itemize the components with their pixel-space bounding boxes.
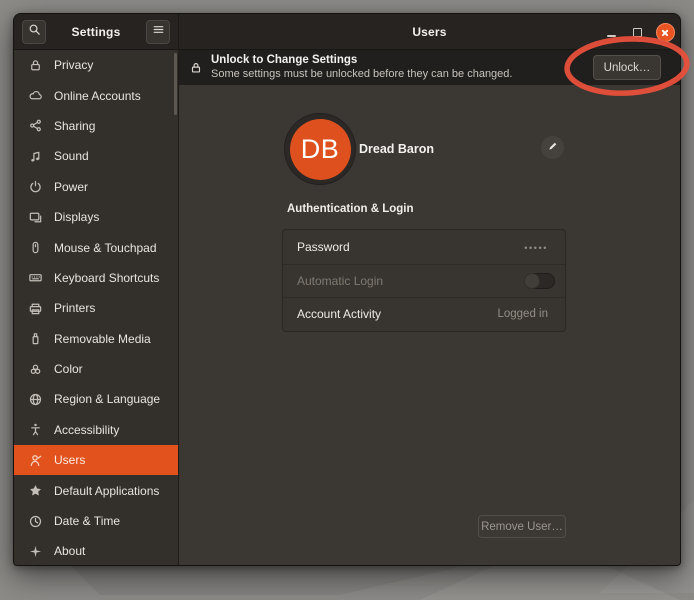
power-icon — [28, 179, 43, 194]
lock-icon — [189, 61, 203, 75]
sidebar-item-label: Sound — [54, 149, 89, 163]
unlock-banner-texts: Unlock to Change Settings Some settings … — [211, 53, 512, 81]
users-panel: Unlock to Change Settings Some settings … — [179, 50, 680, 565]
sidebar-item-label: Color — [54, 362, 83, 376]
unlock-banner-subtitle: Some settings must be unlocked before th… — [211, 68, 512, 82]
sidebar-item-printers[interactable]: Printers — [14, 293, 178, 323]
close-icon — [656, 23, 675, 42]
close-button[interactable] — [650, 14, 680, 50]
headerbar: Settings Users — [14, 14, 680, 50]
remove-user-button[interactable]: Remove User… — [478, 515, 566, 538]
sidebar-item-keyboard-shortcuts[interactable]: Keyboard Shortcuts — [14, 263, 178, 293]
share-icon — [28, 118, 43, 133]
color-icon — [28, 362, 43, 377]
row-label: Automatic Login — [297, 274, 383, 288]
row-value: Logged in — [497, 308, 548, 320]
sidebar-item-label: Printers — [54, 301, 95, 315]
search-button[interactable] — [22, 20, 46, 44]
sidebar: Privacy Online Accounts Sharing Sound Po… — [14, 50, 179, 565]
displays-icon — [28, 210, 43, 225]
auth-settings-card: Password ••••• Automatic Login — [282, 229, 566, 332]
settings-row-automatic-login[interactable]: Automatic Login — [283, 264, 565, 298]
sidebar-item-label: About — [54, 544, 85, 558]
keyboard-icon — [28, 270, 43, 285]
avatar[interactable]: DB — [284, 113, 356, 185]
headerbar-right: Users — [179, 14, 680, 49]
settings-row-account-activity[interactable]: Account Activity Logged in — [283, 297, 565, 331]
sidebar-item-displays[interactable]: Displays — [14, 202, 178, 232]
unlock-banner-title: Unlock to Change Settings — [211, 53, 512, 67]
row-label: Account Activity — [297, 307, 381, 321]
sidebar-item-region-language[interactable]: Region & Language — [14, 384, 178, 414]
lock-icon — [28, 58, 43, 73]
search-icon — [27, 22, 42, 42]
removable-media-icon — [28, 331, 43, 346]
sidebar-item-default-applications[interactable]: Default Applications — [14, 475, 178, 505]
users-panel-body: DB Dread Baron Authentication & Login Pa… — [179, 85, 680, 565]
pencil-icon — [547, 139, 559, 157]
maximize-button[interactable] — [624, 14, 650, 50]
sidebar-item-label: Online Accounts — [54, 89, 141, 103]
app-title: Settings — [72, 25, 121, 39]
sidebar-item-online-accounts[interactable]: Online Accounts — [14, 80, 178, 110]
cloud-icon — [28, 88, 43, 103]
settings-row-password[interactable]: Password ••••• — [283, 230, 565, 264]
page-title: Users — [412, 25, 446, 39]
settings-window: Settings Users Privacy Online Accounts — [13, 13, 681, 566]
sparkle-icon — [28, 544, 43, 559]
sidebar-item-label: Accessibility — [54, 423, 119, 437]
sidebar-item-accessibility[interactable]: Accessibility — [14, 415, 178, 445]
sidebar-item-label: Users — [54, 453, 85, 467]
window-controls — [598, 14, 680, 50]
unlock-banner: Unlock to Change Settings Some settings … — [179, 50, 680, 85]
star-icon — [28, 483, 43, 498]
unlock-button[interactable]: Unlock… — [593, 55, 661, 80]
sidebar-item-date-time[interactable]: Date & Time — [14, 506, 178, 536]
sidebar-item-color[interactable]: Color — [14, 354, 178, 384]
sound-icon — [28, 149, 43, 164]
row-label: Password — [297, 240, 350, 254]
sidebar-scrollbar[interactable] — [174, 53, 177, 115]
avatar-initials: DB — [290, 119, 351, 180]
sidebar-item-label: Displays — [54, 210, 99, 224]
sidebar-item-privacy[interactable]: Privacy — [14, 50, 178, 80]
toggle-knob — [524, 273, 540, 289]
sidebar-item-power[interactable]: Power — [14, 172, 178, 202]
edit-name-button[interactable] — [541, 136, 564, 159]
sidebar-item-removable-media[interactable]: Removable Media — [14, 324, 178, 354]
sidebar-item-users[interactable]: Users — [14, 445, 178, 475]
users-icon — [28, 453, 43, 468]
row-right: ••••• — [524, 242, 555, 252]
sidebar-item-sharing[interactable]: Sharing — [14, 111, 178, 141]
globe-icon — [28, 392, 43, 407]
sidebar-item-label: Removable Media — [54, 332, 151, 346]
minimize-icon — [607, 35, 616, 37]
row-right — [524, 273, 555, 289]
accessibility-icon — [28, 422, 43, 437]
sidebar-item-mouse-touchpad[interactable]: Mouse & Touchpad — [14, 232, 178, 262]
sidebar-item-label: Power — [54, 180, 88, 194]
headerbar-left: Settings — [14, 14, 179, 49]
sidebar-item-label: Privacy — [54, 58, 93, 72]
sidebar-item-sound[interactable]: Sound — [14, 141, 178, 171]
sidebar-item-about[interactable]: About — [14, 536, 178, 566]
sidebar-item-label: Default Applications — [54, 484, 159, 498]
sidebar-item-label: Keyboard Shortcuts — [54, 271, 159, 285]
hamburger-menu-button[interactable] — [146, 20, 170, 44]
row-value: ••••• — [524, 243, 548, 253]
automatic-login-toggle[interactable] — [524, 273, 555, 289]
user-full-name: Dread Baron — [359, 142, 434, 156]
mouse-icon — [28, 240, 43, 255]
minimize-button[interactable] — [598, 14, 624, 50]
row-right: Logged in — [497, 308, 555, 320]
sidebar-item-label: Mouse & Touchpad — [54, 241, 157, 255]
sidebar-item-label: Date & Time — [54, 514, 120, 528]
auth-section-heading: Authentication & Login — [287, 203, 413, 215]
clock-icon — [28, 514, 43, 529]
maximize-icon — [633, 28, 642, 37]
sidebar-item-label: Sharing — [54, 119, 95, 133]
sidebar-item-label: Region & Language — [54, 392, 160, 406]
printer-icon — [28, 301, 43, 316]
hamburger-icon — [151, 22, 166, 42]
